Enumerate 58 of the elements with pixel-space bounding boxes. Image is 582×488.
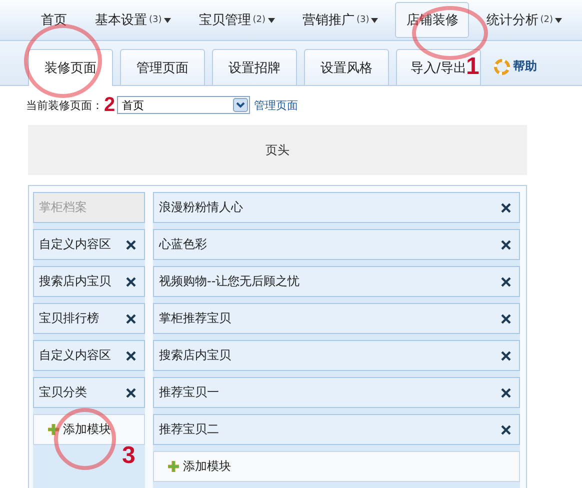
close-icon[interactable]: [501, 424, 511, 434]
module-label: 心蓝色彩: [159, 236, 207, 253]
module-label: 宝贝分类: [39, 384, 87, 401]
annotation-circle: [54, 408, 116, 470]
annotation-number: 2: [104, 94, 116, 117]
sub-tab[interactable]: 装修页面: [28, 49, 113, 86]
sub-tab[interactable]: 设置风格: [304, 49, 389, 85]
module-item[interactable]: 宝贝分类: [33, 377, 145, 408]
module-item[interactable]: 自定义内容区: [33, 340, 145, 371]
module-item[interactable]: 搜索店内宝贝: [33, 266, 145, 297]
module-label: 搜索店内宝贝: [159, 347, 231, 364]
close-icon[interactable]: [501, 388, 511, 398]
nav-tab[interactable]: 店铺装修: [395, 2, 470, 38]
module-label: 自定义内容区: [39, 347, 111, 364]
add-module-button[interactable]: 添加模块: [153, 451, 520, 482]
dropdown-icon: [233, 98, 248, 112]
field-label: 当前装修页面：: [26, 98, 103, 112]
close-icon[interactable]: [126, 350, 136, 360]
annotation-number: 3: [122, 442, 136, 470]
module-item[interactable]: 浪漫粉粉情人心: [153, 192, 520, 223]
module-label: 掌柜档案: [39, 199, 87, 216]
module-label: 自定义内容区: [39, 236, 111, 253]
module-item[interactable]: 心蓝色彩: [153, 229, 520, 260]
module-item[interactable]: 掌柜推荐宝贝: [153, 303, 520, 334]
help-link[interactable]: 帮助: [494, 58, 537, 75]
plus-icon: [48, 424, 59, 435]
module-item[interactable]: 视频购物--让您无后顾之忧: [153, 266, 520, 297]
plus-icon: [168, 461, 179, 472]
module-label: 推荐宝贝二: [159, 421, 219, 438]
module-label: 搜索店内宝贝: [39, 273, 111, 290]
module-label: 宝贝排行榜: [39, 310, 99, 327]
module-item[interactable]: 推荐宝贝一: [153, 377, 520, 408]
module-item[interactable]: 宝贝排行榜: [33, 303, 145, 334]
module-item[interactable]: 搜索店内宝贝: [153, 340, 520, 371]
module-label: 浪漫粉粉情人心: [159, 199, 243, 216]
page-select[interactable]: 首页: [117, 96, 250, 114]
header-region[interactable]: 页头: [28, 125, 527, 175]
add-module-button[interactable]: 添加模块: [33, 414, 145, 445]
close-icon[interactable]: [126, 276, 136, 286]
close-icon[interactable]: [501, 240, 511, 250]
close-icon[interactable]: [126, 314, 136, 324]
module-label: 掌柜推荐宝贝: [159, 310, 231, 327]
sub-tab[interactable]: 管理页面: [120, 49, 205, 85]
sub-tab[interactable]: 设置招牌: [212, 49, 297, 85]
module-item[interactable]: 推荐宝贝二: [153, 414, 520, 445]
nav-tab[interactable]: 首页: [30, 2, 78, 38]
module-label: 推荐宝贝一: [159, 384, 219, 401]
close-icon[interactable]: [501, 202, 511, 212]
module-label: 视频购物--让您无后顾之忧: [159, 273, 300, 290]
manage-pages-link[interactable]: 管理页面: [254, 98, 298, 112]
lifebuoy-icon: [494, 58, 510, 74]
module-item[interactable]: 自定义内容区: [33, 229, 145, 260]
close-icon[interactable]: [126, 240, 136, 250]
annotation-number: 1: [466, 53, 480, 81]
close-icon[interactable]: [501, 350, 511, 360]
close-icon[interactable]: [501, 314, 511, 324]
close-icon[interactable]: [501, 276, 511, 286]
close-icon[interactable]: [126, 388, 136, 398]
